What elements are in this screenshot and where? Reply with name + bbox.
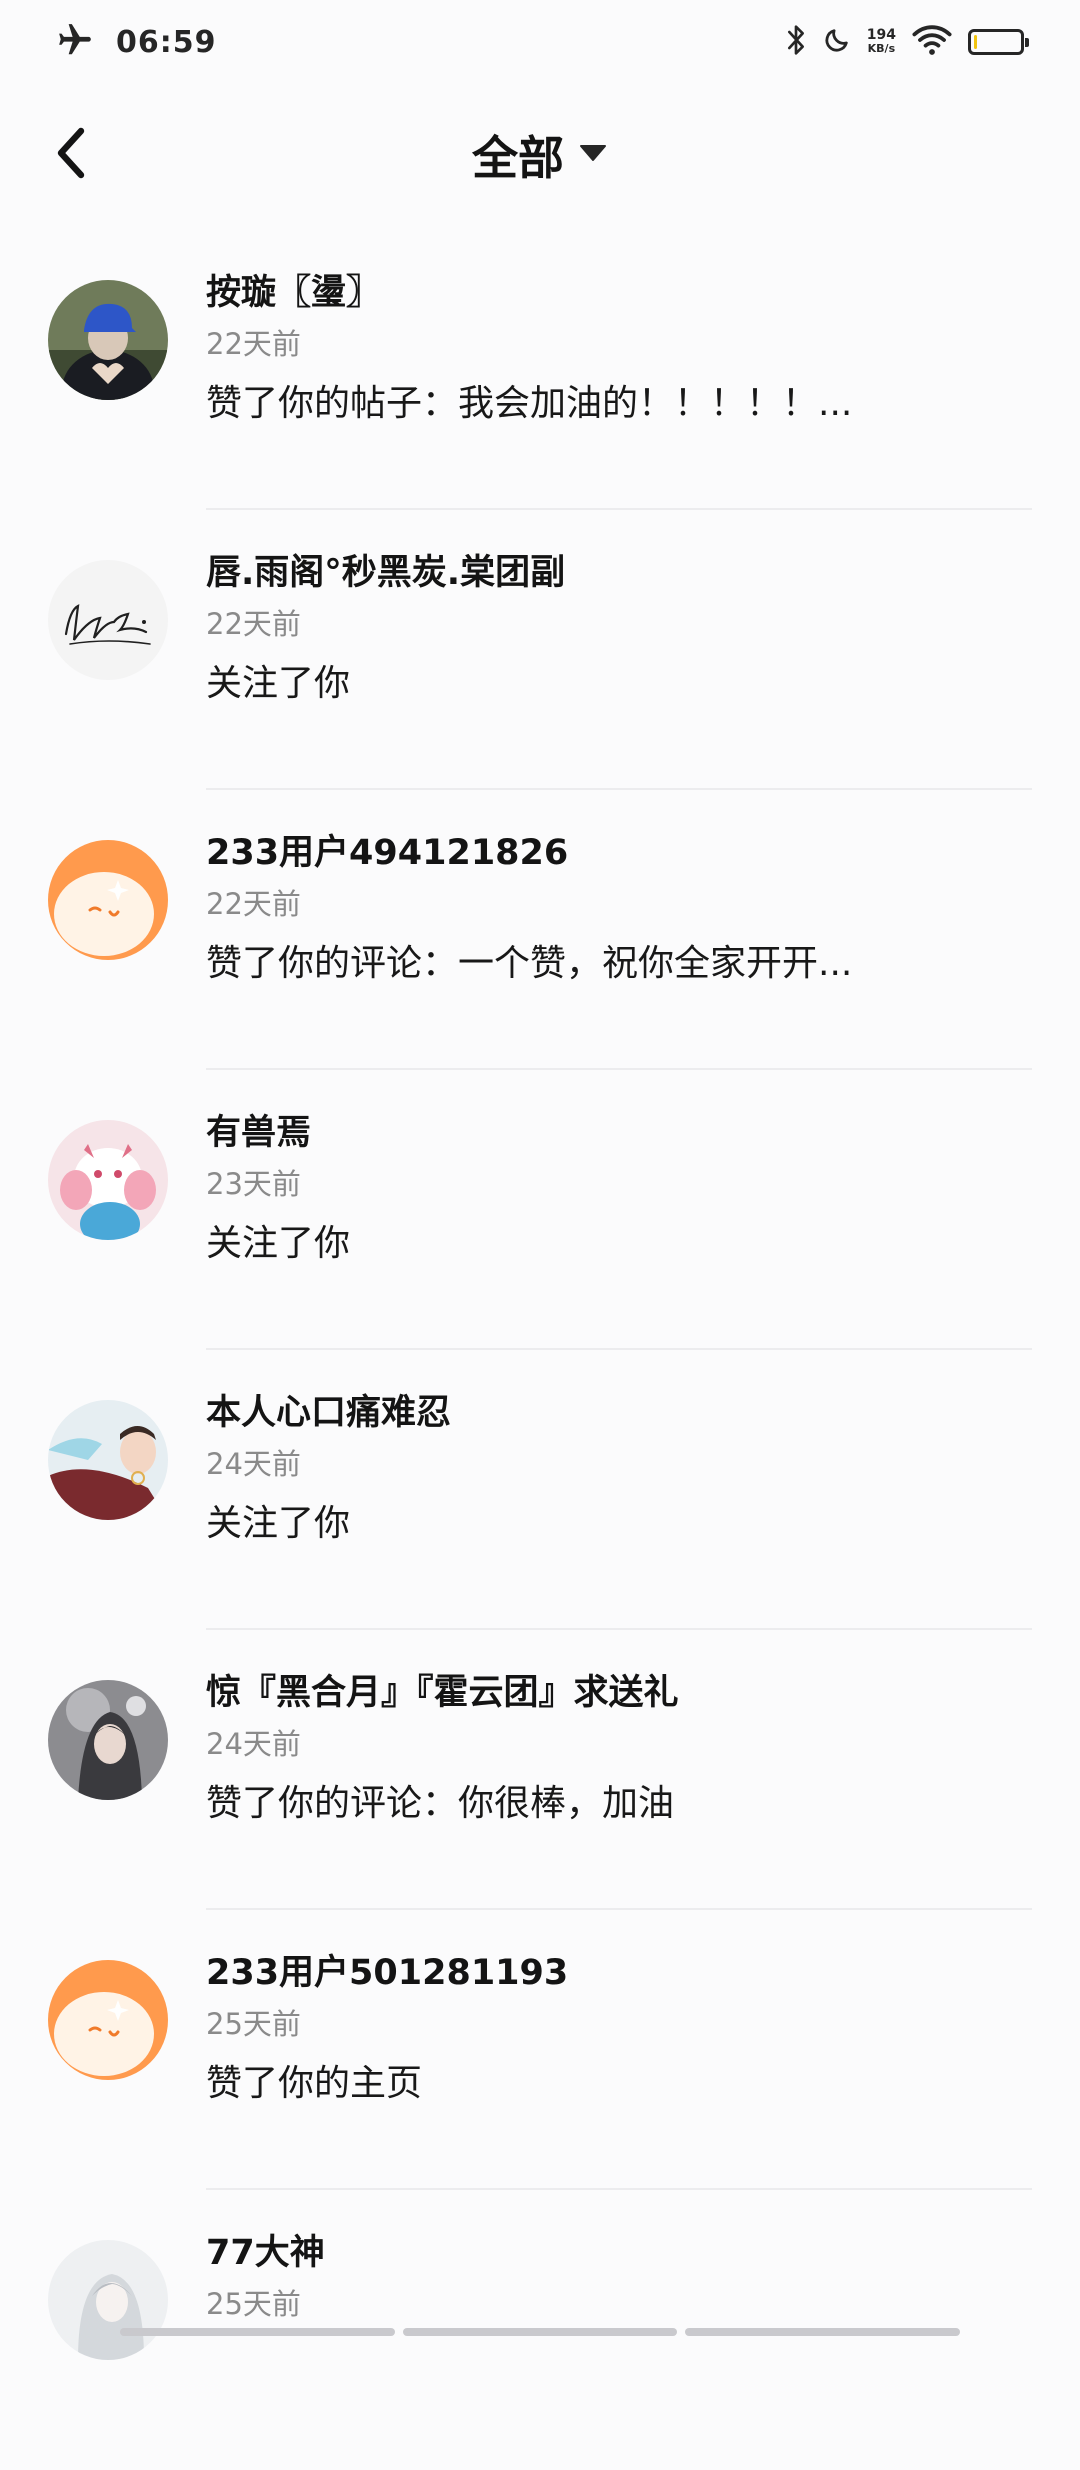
avatar[interactable] (48, 560, 168, 680)
page-title: 全部 (472, 131, 564, 185)
battery-level (974, 35, 977, 49)
user-name[interactable]: 233用户501281193 (206, 1950, 1032, 1996)
moon-icon (823, 26, 851, 58)
network-speed-value: 194 (866, 27, 896, 43)
avatar[interactable] (48, 1120, 168, 1240)
avatar[interactable] (48, 1960, 168, 2080)
avatar[interactable] (48, 1680, 168, 1800)
action-text: 赞了你的帖子：我会加油的！！！！！... (206, 383, 853, 424)
notification-row[interactable]: 有兽焉 23天前 关注了你 (0, 1070, 1080, 1350)
network-speed: 194 KB/s (867, 28, 896, 56)
notification-row[interactable]: 233用户494121826 22天前 赞了你的评论：一个赞，祝你全家开开... (0, 790, 1080, 1070)
home-indicator[interactable] (120, 2328, 961, 2336)
status-bar-right: 194 KB/s (785, 18, 1029, 66)
row-text: 233用户501281193 25天前 赞了你的主页 (206, 1950, 1032, 2110)
wifi-icon (912, 24, 952, 60)
user-name[interactable]: 233用户494121826 (206, 830, 1032, 876)
bluetooth-icon (785, 24, 807, 60)
user-name[interactable]: 77大神 (206, 2230, 1032, 2276)
action-text: 赞了你的评论：你很棒，加油 (206, 1783, 675, 1824)
network-speed-unit: KB/s (867, 42, 896, 55)
home-indicator-segment (685, 2328, 961, 2336)
notification-list: 按璇〖璗〗 22天前 赞了你的帖子：我会加油的！！！！！... 唇.雨阁°秒黑炭… (0, 230, 1080, 2470)
action-text: 赞了你的主页 (206, 2063, 423, 2104)
action-text: 关注了你 (206, 1503, 351, 1544)
timestamp: 24天前 (206, 1447, 301, 1481)
notification-row[interactable]: 唇.雨阁°秒黑炭.棠团副 22天前 关注了你 (0, 510, 1080, 790)
row-text: 惊『黑合月』『霍云团』求送礼 24天前 赞了你的评论：你很棒，加油 (206, 1670, 1032, 1830)
home-indicator-segment (402, 2328, 678, 2336)
timestamp: 22天前 (206, 887, 301, 921)
row-text: 有兽焉 23天前 关注了你 (206, 1110, 1032, 1270)
avatar[interactable] (48, 2240, 168, 2360)
user-name[interactable]: 本人心口痛难忍 (206, 1390, 1032, 1436)
timestamp: 24天前 (206, 1727, 301, 1761)
row-text: 按璇〖璗〗 22天前 赞了你的帖子：我会加油的！！！！！... (206, 270, 1032, 430)
notification-row[interactable]: 本人心口痛难忍 24天前 关注了你 (0, 1350, 1080, 1630)
notification-row[interactable]: 惊『黑合月』『霍云团』求送礼 24天前 赞了你的评论：你很棒，加油 (0, 1630, 1080, 1910)
timestamp: 25天前 (206, 2007, 301, 2041)
timestamp: 22天前 (206, 327, 301, 361)
filter-dropdown[interactable]: 全部 (0, 122, 1080, 188)
row-text: 本人心口痛难忍 24天前 关注了你 (206, 1390, 1032, 1550)
avatar[interactable] (48, 280, 168, 400)
home-indicator-segment (120, 2328, 395, 2336)
notification-row[interactable]: 233用户501281193 25天前 赞了你的主页 (0, 1910, 1080, 2190)
avatar[interactable] (48, 1400, 168, 1520)
user-name[interactable]: 唇.雨阁°秒黑炭.棠团副 (206, 550, 1032, 596)
action-text: 关注了你 (206, 663, 351, 704)
notification-row[interactable]: 按璇〖璗〗 22天前 赞了你的帖子：我会加油的！！！！！... (0, 230, 1080, 510)
clock-time: 06:59 (116, 24, 217, 60)
user-name[interactable]: 按璇〖璗〗 (206, 270, 1032, 316)
avatar[interactable] (48, 840, 168, 960)
status-bar: 06:59 194 KB/s (0, 0, 1080, 84)
user-name[interactable]: 有兽焉 (206, 1110, 1032, 1156)
row-text: 77大神 25天前 (206, 2230, 1032, 2338)
airplane-icon (56, 21, 94, 63)
timestamp: 22天前 (206, 607, 301, 641)
battery-icon (968, 29, 1029, 55)
action-text: 关注了你 (206, 1223, 351, 1264)
status-bar-left: 06:59 (56, 18, 217, 66)
row-text: 唇.雨阁°秒黑炭.棠团副 22天前 关注了你 (206, 550, 1032, 710)
timestamp: 23天前 (206, 1167, 301, 1201)
action-text: 赞了你的评论：一个赞，祝你全家开开... (206, 943, 853, 984)
row-text: 233用户494121826 22天前 赞了你的评论：一个赞，祝你全家开开... (206, 830, 1032, 990)
timestamp: 25天前 (206, 2287, 301, 2321)
user-name[interactable]: 惊『黑合月』『霍云团』求送礼 (206, 1670, 1032, 1716)
header: 全部 (0, 100, 1080, 210)
triangle-down-icon (578, 142, 608, 168)
